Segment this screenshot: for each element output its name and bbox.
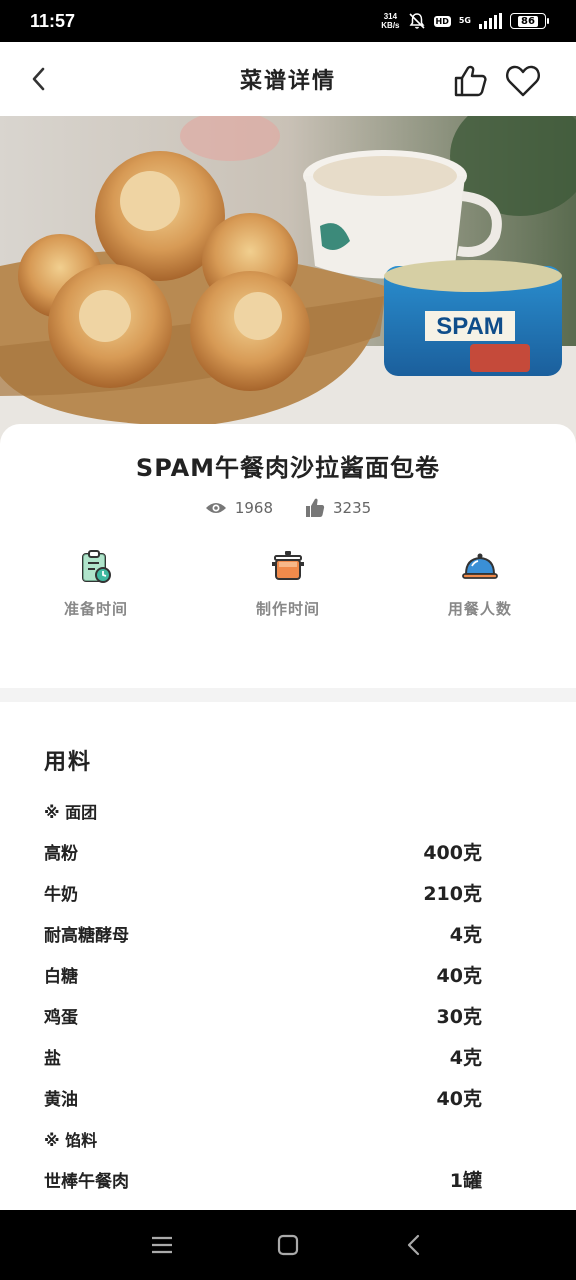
like-button[interactable]	[452, 62, 490, 100]
recipe-summary-card: SPAM午餐肉沙拉酱面包卷 1968 3235 准备时间 制作时间 用餐人数	[0, 424, 576, 689]
ingredient-amount: 40克	[436, 1088, 482, 1110]
eye-icon	[205, 503, 226, 513]
serving-dome-icon	[462, 553, 498, 579]
ingredient-amount: 30克	[436, 1006, 482, 1028]
network-speed: 314 KB/s	[381, 12, 399, 30]
ingredient-row: 黄油 40克	[44, 1077, 482, 1118]
network-speed-value: 314	[383, 12, 398, 21]
ingredient-name: 牛奶	[44, 885, 78, 905]
recipe-title: SPAM午餐肉沙拉酱面包卷	[135, 454, 441, 482]
ingredient-name: 黄油	[44, 1090, 78, 1110]
view-count-value: 1968	[234, 499, 273, 517]
ingredient-group-name: ※ 面团	[44, 802, 98, 822]
home-square-icon	[277, 1234, 299, 1256]
ingredient-row: 世棒午餐肉 1罐	[44, 1159, 482, 1200]
status-bar: 11:57 314 KB/s HD 5G 86	[0, 0, 576, 42]
ingredient-name: 鸡蛋	[44, 1008, 78, 1028]
ingredient-row: 耐高糖酵母 4克	[44, 913, 482, 954]
ingredients-section: 用料 ※ 面团 高粉 400克 牛奶 210克 耐高糖酵母 4克 白糖 40克 …	[0, 702, 576, 1210]
ingredient-group-header: ※ 面团	[44, 790, 482, 831]
back-triangle-icon	[407, 1234, 420, 1256]
favorite-button[interactable]	[504, 62, 542, 100]
ingredient-row: 鸡蛋 30克	[44, 995, 482, 1036]
ingredients-title: 用料	[44, 750, 93, 775]
thumbs-up-small-icon	[306, 498, 325, 517]
view-count: 1968	[205, 498, 273, 518]
status-time: 11:57	[30, 10, 76, 31]
home-button[interactable]	[273, 1230, 303, 1260]
system-back-button[interactable]	[399, 1230, 429, 1260]
status-icons: 314 KB/s HD 5G 86	[381, 12, 549, 30]
ingredient-row: 盐 4克	[44, 1036, 482, 1077]
signal-icon	[479, 13, 502, 29]
recents-button[interactable]	[147, 1230, 177, 1260]
info-servings-label: 用餐人数	[447, 600, 512, 618]
battery-level: 86	[518, 15, 538, 27]
ingredient-row: 高粉 400克	[44, 831, 482, 872]
top-nav-bar: 菜谱详情	[0, 42, 576, 116]
thumbs-up-icon	[454, 65, 487, 97]
ingredient-group-header: ※ 馅料	[44, 1118, 482, 1159]
mute-icon	[408, 13, 425, 29]
pot-icon	[271, 551, 304, 580]
svg-text:SPAM: SPAM	[436, 313, 504, 340]
info-cook-time-label: 制作时间	[255, 600, 320, 618]
ingredient-amount: 400克	[423, 842, 482, 864]
ingredient-amount: 4克	[449, 924, 482, 946]
recipe-stats: 1968 3235	[0, 498, 576, 518]
ingredient-amount: 1罐	[449, 1170, 482, 1192]
recipe-hero-image: SPAM	[0, 116, 576, 446]
menu-icon	[152, 1236, 172, 1254]
section-divider	[0, 688, 576, 702]
info-servings: 用餐人数	[384, 548, 576, 619]
ingredient-name: 白糖	[44, 967, 78, 987]
recipe-info-row: 准备时间 制作时间 用餐人数	[0, 548, 576, 619]
info-prep-time: 准备时间	[0, 548, 192, 619]
clipboard-clock-icon	[81, 550, 111, 583]
ingredient-name: 世棒午餐肉	[44, 1172, 129, 1192]
network-type: 5G	[458, 16, 471, 25]
heart-icon	[506, 65, 540, 97]
network-speed-unit: KB/s	[381, 21, 400, 30]
hero-photo: SPAM	[0, 116, 576, 446]
like-count-value: 3235	[333, 499, 372, 517]
hd-badge: HD	[433, 15, 451, 27]
ingredient-name: 高粉	[44, 844, 78, 864]
system-navigation-bar	[0, 1210, 576, 1280]
ingredient-amount: 210克	[423, 883, 482, 905]
ingredient-name: 盐	[44, 1049, 61, 1069]
ingredient-amount: 4克	[449, 1047, 482, 1069]
info-prep-time-label: 准备时间	[63, 600, 128, 618]
like-count: 3235	[305, 498, 371, 518]
ingredient-name: 耐高糖酵母	[44, 926, 129, 946]
ingredient-group-name: ※ 馅料	[44, 1130, 98, 1150]
ingredient-row: 牛奶 210克	[44, 872, 482, 913]
battery-icon: 86	[510, 13, 549, 29]
ingredient-amount: 40克	[436, 965, 482, 987]
ingredients-list: ※ 面团 高粉 400克 牛奶 210克 耐高糖酵母 4克 白糖 40克 鸡蛋 …	[44, 790, 482, 1200]
ingredient-row: 白糖 40克	[44, 954, 482, 995]
info-cook-time: 制作时间	[192, 548, 384, 619]
